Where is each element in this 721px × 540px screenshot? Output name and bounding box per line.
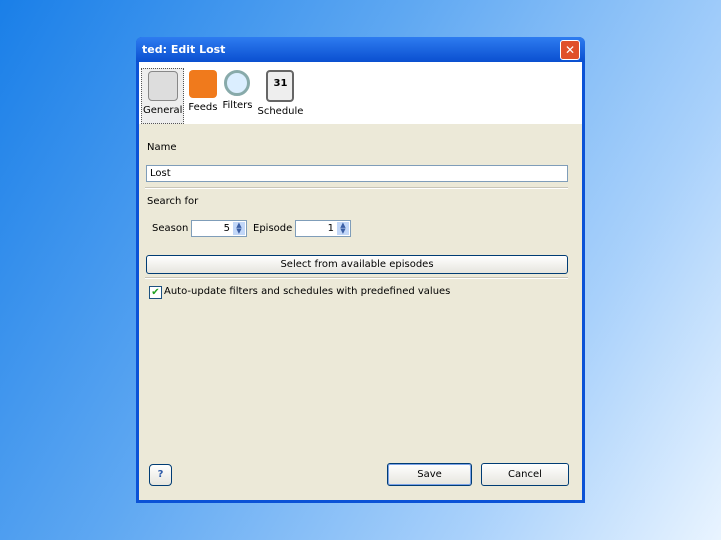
toolbar: General Feeds Filters 31 Schedule [139, 62, 582, 124]
season-label: Season [152, 223, 189, 234]
rss-icon [188, 70, 217, 98]
episode-value: 1 [327, 223, 334, 234]
close-button[interactable]: ✕ [560, 40, 580, 60]
select-episodes-button[interactable]: Select from available episodes [146, 255, 568, 274]
general-icon [147, 71, 178, 101]
name-input[interactable]: Lost [146, 165, 568, 182]
search-for-label: Search for [147, 196, 199, 207]
spinner-arrows-icon[interactable]: ▲ ▼ [233, 222, 245, 235]
save-button[interactable]: Save [387, 463, 472, 486]
magnifier-icon [224, 70, 251, 96]
tab-schedule[interactable]: 31 Schedule [256, 68, 304, 124]
calendar-icon: 31 [266, 70, 295, 102]
title-bar: ted: Edit Lost ✕ [136, 37, 585, 62]
window-title: ted: Edit Lost [142, 43, 226, 56]
auto-update-checkbox[interactable]: ✔ [149, 286, 162, 299]
tab-general[interactable]: General [141, 68, 185, 124]
help-button[interactable]: ? [149, 464, 172, 486]
divider [145, 277, 568, 279]
episode-spinner[interactable]: 1 ▲ ▼ [295, 220, 351, 237]
tab-feeds[interactable]: Feeds [187, 68, 218, 124]
tab-label: Feeds [188, 102, 218, 113]
tab-label: Schedule [257, 106, 304, 117]
tab-label: General [143, 105, 183, 116]
cancel-button[interactable]: Cancel [481, 463, 569, 486]
spinner-arrows-icon[interactable]: ▲ ▼ [337, 222, 349, 235]
tab-filters[interactable]: Filters [222, 68, 254, 124]
season-spinner[interactable]: 5 ▲ ▼ [191, 220, 247, 237]
divider [145, 187, 568, 189]
season-value: 5 [223, 223, 230, 234]
auto-update-label[interactable]: Auto-update filters and schedules with p… [164, 286, 450, 297]
tab-label: Filters [222, 100, 253, 111]
episode-label: Episode [253, 223, 293, 234]
name-label: Name [147, 142, 177, 153]
edit-dialog: ted: Edit Lost ✕ General Feeds Filters 3… [136, 37, 585, 503]
